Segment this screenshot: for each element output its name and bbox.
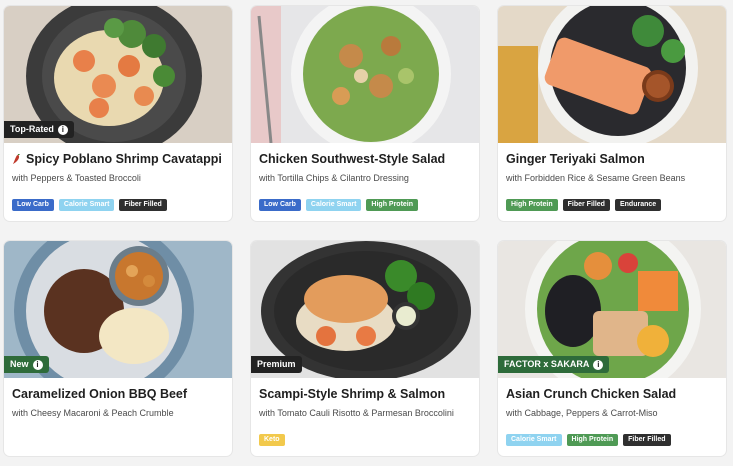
info-icon[interactable]: i [57, 124, 68, 135]
new-badge: New i [4, 356, 49, 373]
tag-fiber-filled: Fiber Filled [119, 199, 167, 211]
tag-calorie-smart: Calorie Smart [305, 199, 362, 211]
meal-subtitle: with Forbidden Rice & Sesame Green Beans [506, 173, 686, 183]
factor-sakara-badge: FACTOR x SAKARA i [498, 356, 610, 373]
meal-title[interactable]: Caramelized Onion BBQ Beef [12, 387, 187, 401]
meal-subtitle: with Cabbage, Peppers & Carrot-Miso [506, 408, 658, 418]
meal-title[interactable]: Scampi-Style Shrimp & Salmon [259, 387, 445, 401]
chili-pepper-icon [13, 153, 20, 164]
meal-subtitle: with Tomato Cauli Risotto & Parmesan Bro… [259, 408, 454, 418]
tag-high-protein: High Protein [566, 434, 619, 446]
tag-list: High Protein Fiber Filled Endurance [506, 199, 662, 211]
meal-card[interactable]: New i Caramelized Onion BBQ Beef with Ch… [4, 241, 232, 456]
tag-list: Low Carb Calorie Smart Fiber Filled [12, 199, 167, 211]
meal-card[interactable]: Top-Rated i Spicy Poblano Shrimp Cavatap… [4, 6, 232, 221]
info-icon[interactable]: i [32, 359, 43, 370]
top-rated-badge: Top-Rated i [4, 121, 74, 138]
meal-title[interactable]: Asian Crunch Chicken Salad [506, 387, 676, 401]
meal-card[interactable]: Ginger Teriyaki Salmon with Forbidden Ri… [498, 6, 726, 221]
meal-subtitle: with Peppers & Toasted Broccoli [12, 173, 141, 183]
meal-card[interactable]: FACTOR x SAKARA i Asian Crunch Chicken S… [498, 241, 726, 456]
meal-card[interactable]: Premium Scampi-Style Shrimp & Salmon wit… [251, 241, 479, 456]
tag-fiber-filled: Fiber Filled [623, 434, 671, 446]
tag-high-protein: High Protein [506, 199, 558, 211]
meal-card[interactable]: Chicken Southwest-Style Salad with Torti… [251, 6, 479, 221]
meal-title[interactable]: Chicken Southwest-Style Salad [259, 152, 445, 166]
tag-low-carb: Low Carb [259, 199, 301, 211]
tag-keto: Keto [259, 434, 285, 446]
meal-image[interactable] [251, 6, 479, 143]
info-icon[interactable]: i [593, 359, 604, 370]
tag-fiber-filled: Fiber Filled [562, 199, 610, 211]
tag-endurance: Endurance [614, 199, 662, 211]
meal-image[interactable] [498, 6, 726, 143]
tag-list: Calorie Smart High Protein Fiber Filled [506, 434, 671, 446]
tag-calorie-smart: Calorie Smart [506, 434, 562, 446]
meal-grid: Top-Rated i Spicy Poblano Shrimp Cavatap… [0, 0, 733, 466]
tag-list: Keto [259, 434, 285, 446]
tag-high-protein: High Protein [366, 199, 419, 211]
meal-title[interactable]: Ginger Teriyaki Salmon [506, 152, 645, 166]
tag-low-carb: Low Carb [12, 199, 54, 211]
meal-title[interactable]: Spicy Poblano Shrimp Cavatappi [12, 152, 222, 166]
tag-list: Low Carb Calorie Smart High Protein [259, 199, 419, 211]
meal-subtitle: with Tortilla Chips & Cilantro Dressing [259, 173, 409, 183]
premium-badge: Premium [251, 356, 302, 373]
tag-calorie-smart: Calorie Smart [58, 199, 115, 211]
meal-subtitle: with Cheesy Macaroni & Peach Crumble [12, 408, 174, 418]
